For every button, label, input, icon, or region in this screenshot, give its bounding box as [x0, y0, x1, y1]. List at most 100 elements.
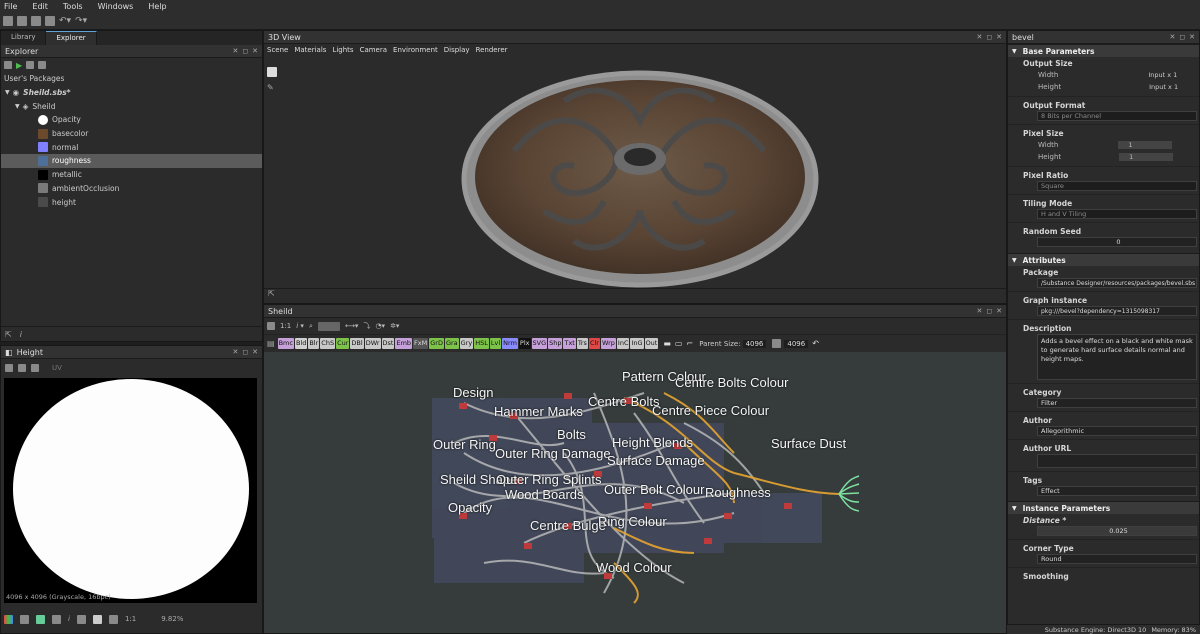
node-swatch[interactable]: HSL	[474, 338, 489, 349]
node-swatch[interactable]: FxM	[413, 338, 429, 349]
node-swatch[interactable]: Blr	[308, 338, 320, 349]
size-dropdown[interactable]: 4096	[784, 339, 809, 348]
tags-field[interactable]: Effect	[1037, 486, 1197, 496]
node-swatch[interactable]: ChS	[320, 338, 336, 349]
alpha-icon[interactable]	[20, 614, 29, 624]
graph-frame-label[interactable]: Centre Bulge	[530, 518, 606, 533]
settings-icon[interactable]: ✲▾	[390, 322, 399, 330]
category-field[interactable]: Filter	[1037, 398, 1197, 408]
uv-dropdown[interactable]: UV	[52, 364, 62, 372]
align-icon[interactable]: ⟷▾	[345, 322, 359, 330]
graph-frame-label[interactable]: Wood Colour	[596, 560, 672, 575]
open-icon[interactable]	[31, 16, 41, 26]
ratio-label[interactable]: 1:1	[125, 615, 136, 623]
random-seed-slider[interactable]: 0	[1037, 237, 1197, 247]
graph-frame-label[interactable]: Surface Damage	[607, 453, 705, 468]
grid-icon[interactable]	[52, 614, 61, 624]
node-swatch[interactable]: Emb	[395, 338, 413, 349]
menu-scene[interactable]: Scene	[267, 46, 288, 54]
select-tool-icon[interactable]	[267, 67, 277, 77]
menu-file[interactable]: File	[4, 2, 17, 11]
link-tool-icon[interactable]: ⤵	[363, 321, 370, 331]
node-swatch[interactable]: Dst	[381, 338, 395, 349]
tiling-mode-dropdown[interactable]: H and V Tiling	[1037, 209, 1197, 219]
pixel-width-slider[interactable]: 1	[1118, 141, 1173, 149]
tree-package[interactable]: ▼ ◉ Sheild.sbs*	[1, 86, 262, 100]
node-swatch[interactable]: Lvl	[489, 338, 502, 349]
zoom-icon[interactable]: ⌕	[309, 322, 313, 331]
close-icon[interactable]: ✕	[996, 307, 1002, 315]
node-swatch[interactable]: Txt	[563, 338, 576, 349]
pin-node-icon[interactable]: ⌐	[686, 339, 693, 348]
distance-slider[interactable]: 0.025	[1037, 526, 1197, 536]
output-item[interactable]: Opacity	[1, 113, 262, 127]
graph-frame-label[interactable]: Ring Colour	[598, 514, 667, 529]
node-swatch[interactable]: InC	[616, 338, 630, 349]
graph-instance-field[interactable]: pkg:///bevel?dependency=1315098317	[1037, 306, 1197, 316]
info-icon[interactable]: i	[20, 330, 22, 339]
play-icon[interactable]: ▶	[16, 61, 22, 70]
fit-icon[interactable]	[108, 614, 118, 624]
expand-icon[interactable]: ⇱	[268, 289, 275, 298]
output-item[interactable]: basecolor	[1, 127, 262, 141]
histogram-icon[interactable]	[76, 614, 86, 624]
graph-frame-label[interactable]: Centre Bolts	[588, 394, 660, 409]
menu-lights[interactable]: Lights	[332, 46, 353, 54]
output-height-value[interactable]: Input x 1	[1149, 83, 1178, 91]
close-icon[interactable]: ✕	[996, 33, 1002, 41]
menu-renderer[interactable]: Renderer	[476, 46, 508, 54]
fit-icon[interactable]	[267, 322, 275, 330]
graph-frame-label[interactable]: Centre Piece Colour	[652, 403, 769, 418]
menu-materials[interactable]: Materials	[294, 46, 326, 54]
section-base-parameters[interactable]: ▼ Base Parameters	[1008, 44, 1199, 57]
graph-frame-label[interactable]: Outer Bolt Colour	[604, 482, 704, 497]
link-size-icon[interactable]	[772, 339, 782, 348]
export-icon[interactable]	[31, 363, 39, 372]
node-swatch[interactable]: Bld	[294, 338, 308, 349]
corner-type-dropdown[interactable]: Round	[1037, 554, 1197, 564]
close-icon[interactable]: ✕	[1189, 33, 1195, 41]
node-swatch[interactable]: Gra	[444, 338, 459, 349]
tab-library[interactable]: Library	[1, 31, 47, 45]
graph-frame-label[interactable]: Centre Bolts Colour	[675, 375, 788, 390]
float-icon[interactable]: ◻	[986, 307, 992, 315]
menu-tools[interactable]: Tools	[63, 2, 83, 11]
menu-camera[interactable]: Camera	[360, 46, 387, 54]
graph-frame-label[interactable]: Roughness	[705, 485, 771, 500]
pixel-ratio-dropdown[interactable]: Square	[1037, 181, 1197, 191]
new-icon[interactable]	[4, 61, 12, 69]
output-item[interactable]: normal	[1, 140, 262, 154]
pin-icon[interactable]: ✕	[1169, 33, 1175, 41]
ratio-button[interactable]: 1:1	[280, 322, 291, 330]
node-swatch[interactable]: DBl	[350, 338, 364, 349]
package-field[interactable]: /Substance Designer/resources/packages/b…	[1037, 278, 1197, 288]
graph-frame-label[interactable]: Outer Ring Damage	[495, 446, 611, 461]
close-icon[interactable]: ✕	[252, 47, 258, 55]
camera-icon[interactable]	[18, 363, 26, 372]
save-icon[interactable]	[45, 16, 55, 26]
graph-frame-label[interactable]: Hammer Marks	[494, 404, 583, 419]
description-field[interactable]: Adds a bevel effect on a black and white…	[1037, 334, 1197, 380]
float-icon[interactable]: ◻	[986, 33, 992, 41]
node-swatch[interactable]: Nrm	[502, 338, 518, 349]
graph-frame-label[interactable]: Outer Ring	[433, 437, 496, 452]
parent-size-dropdown[interactable]: 4096	[742, 339, 767, 348]
undo-icon[interactable]: ↶▾	[59, 16, 71, 26]
pixel-height-slider[interactable]: 1	[1119, 153, 1174, 161]
node-swatch[interactable]: Out	[644, 338, 659, 349]
tree-graph[interactable]: ▼ ◈ Sheild	[1, 99, 262, 113]
timer-icon[interactable]: ◔▾	[375, 322, 385, 330]
node-swatch[interactable]: Gry	[459, 338, 474, 349]
reset-icon[interactable]: ↶	[812, 339, 819, 348]
graph-frame-label[interactable]: Wood Boards	[505, 487, 584, 502]
menu-windows[interactable]: Windows	[98, 2, 134, 11]
graph-frame-label[interactable]: Opacity	[448, 500, 492, 515]
refresh-icon[interactable]	[26, 61, 35, 69]
graph-frame-label[interactable]: Surface Dust	[771, 436, 846, 451]
graph-frame-label[interactable]: Outer Ring Splints	[496, 472, 602, 487]
node-swatch[interactable]: Trs	[576, 338, 588, 349]
menu-display[interactable]: Display	[444, 46, 470, 54]
menu-environment[interactable]: Environment	[393, 46, 438, 54]
float-icon[interactable]: ◻	[242, 348, 248, 356]
graph-frame-label[interactable]: Bolts	[557, 427, 586, 442]
